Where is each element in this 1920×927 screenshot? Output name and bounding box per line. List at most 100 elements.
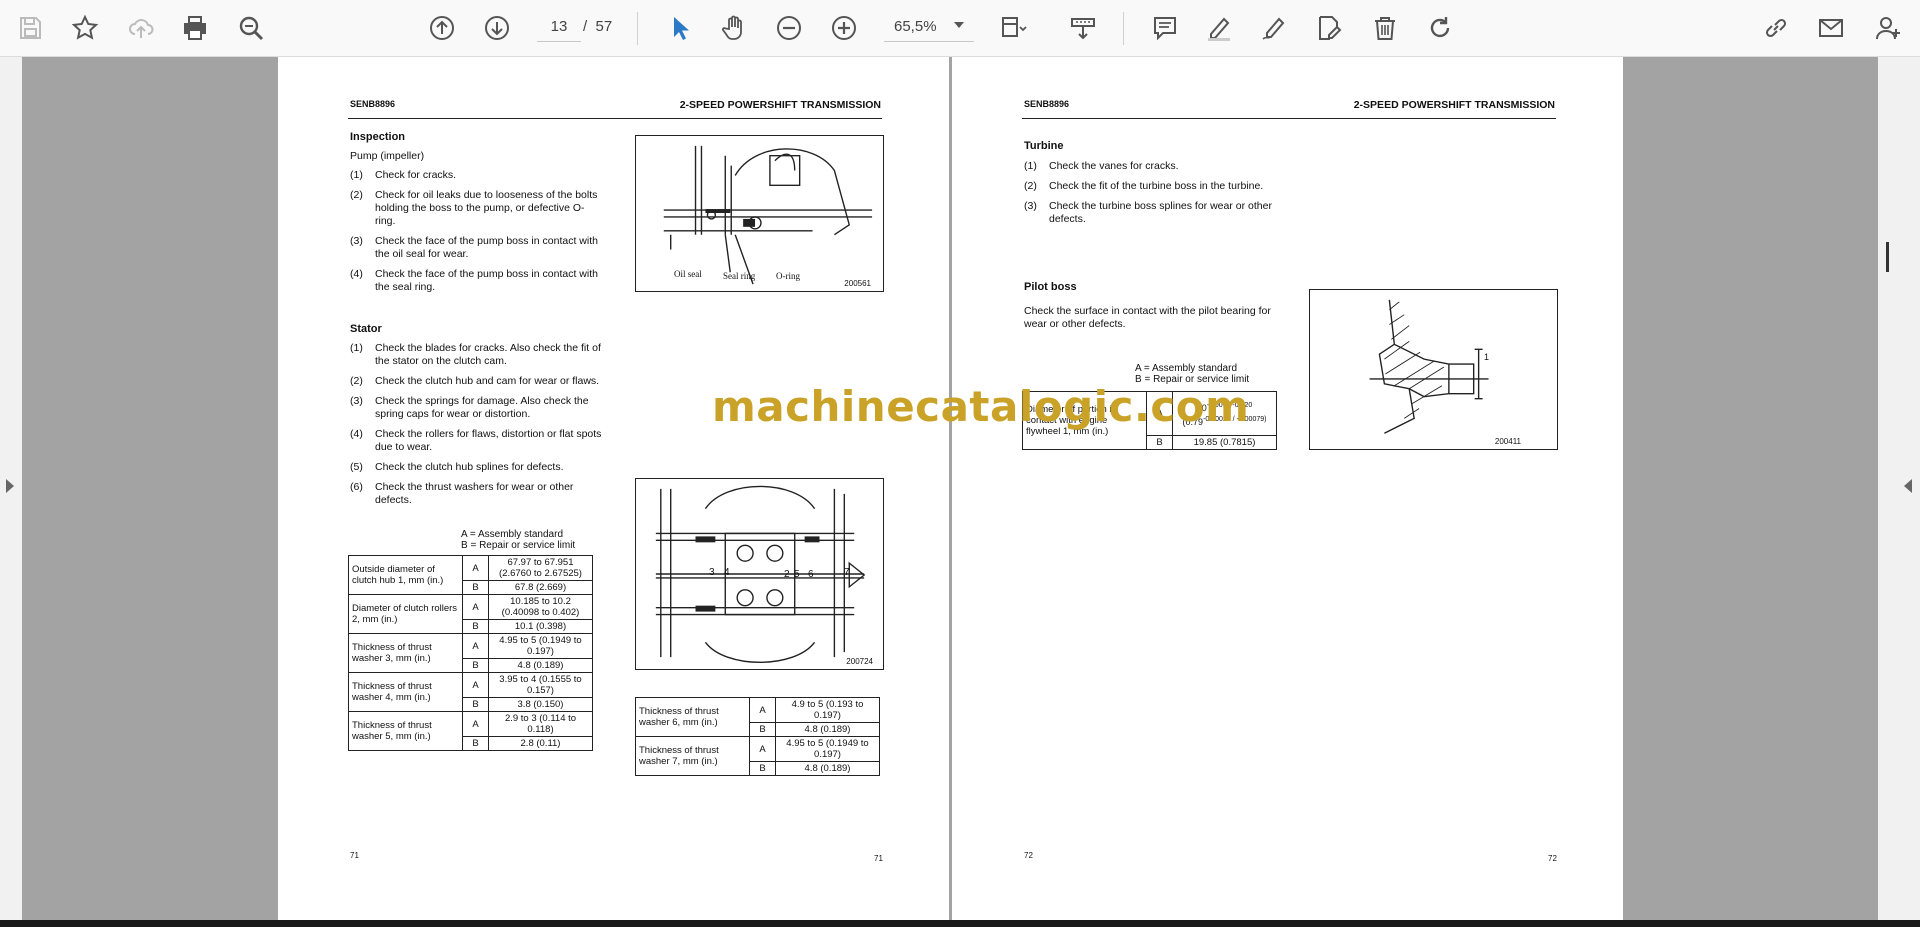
list-item: (3) Check the face of the pump boss in co…	[350, 235, 598, 260]
figure-callout: 3	[709, 567, 715, 578]
print-icon[interactable]	[177, 10, 213, 46]
table-row: Thickness of thrust washer 6, mm (in.) A 4…	[635, 697, 880, 737]
doc-code: SENB8896	[1024, 99, 1070, 109]
pilot-boss-figure: 1 200411	[1309, 289, 1558, 450]
figure-callout: O-ring	[776, 271, 800, 281]
list-item: (4) Check the face of the pump boss in co…	[350, 268, 598, 293]
page-number: 72	[1024, 851, 1033, 860]
header-rule	[1022, 118, 1556, 119]
edit-document-icon[interactable]	[1311, 10, 1347, 46]
cloud-upload-icon[interactable]	[123, 10, 159, 46]
legend-a: A = Assembly standard	[1135, 363, 1238, 374]
scrollbar-thumb[interactable]	[1886, 242, 1889, 272]
list-item: (4) Check the rollers for flaws, distorti…	[350, 428, 602, 453]
figure-callout: 2	[784, 569, 790, 580]
table-row: Outside diameter of clutch hub 1, mm (in…	[348, 555, 593, 595]
trash-icon[interactable]	[1367, 10, 1403, 46]
pump-figure: Oil seal Seal ring O-ring 200561	[635, 135, 884, 292]
fit-page-icon[interactable]	[995, 10, 1031, 46]
figure-callout: Seal ring	[723, 271, 756, 281]
zoom-value: 65,5%	[894, 18, 937, 35]
zoom-chevron-down-icon[interactable]	[954, 22, 964, 28]
figure-callout: 6	[808, 569, 814, 580]
list-item: (6) Check the thrust washers for wear or …	[350, 481, 574, 506]
page-71: SENB8896 2-SPEED POWERSHIFT TRANSMISSION…	[278, 57, 949, 920]
comment-icon[interactable]	[1147, 10, 1183, 46]
pilot-boss-text: Check the surface in contact with the pi…	[1024, 305, 1271, 330]
zoom-search-icon[interactable]	[233, 10, 269, 46]
page-number: 71	[874, 854, 883, 863]
list-item: (3) Check the turbine boss splines for we…	[1024, 200, 1272, 225]
page-separator: /	[583, 18, 588, 35]
expand-left-panel-icon[interactable]	[6, 479, 14, 493]
list-item: (2) Check the fit of the turbine boss in …	[1024, 180, 1264, 192]
page-header-title: 2-SPEED POWERSHIFT TRANSMISSION	[1353, 99, 1555, 111]
section-title: Pilot boss	[1024, 281, 1077, 293]
scroll-mode-icon[interactable]	[1065, 10, 1101, 46]
figure-number: 200561	[844, 279, 871, 288]
page-total: / 57	[583, 18, 612, 35]
header-rule	[348, 118, 882, 119]
turbine-list: (1) Check the vanes for cracks. (2) Check …	[1024, 160, 1276, 233]
list-item: (1) Check the vanes for cracks.	[1024, 160, 1179, 172]
table-row: Thickness of thrust washer 5, mm (in.) A 2…	[348, 711, 593, 751]
figure-callout: 1	[1484, 352, 1490, 362]
add-user-icon[interactable]	[1871, 10, 1907, 46]
figure-number: 200724	[846, 657, 873, 666]
page-72: SENB8896 2-SPEED POWERSHIFT TRANSMISSION…	[952, 57, 1623, 920]
page-header-title: 2-SPEED POWERSHIFT TRANSMISSION	[679, 99, 881, 111]
inspection-list: (1) Check for cracks. (2) Check for oil le…	[350, 169, 602, 301]
table-row: Diameter of clutch rollers 2, mm (in.) A 1…	[348, 594, 593, 634]
list-item: (3) Check the springs for damage. Also ch…	[350, 395, 589, 420]
stator-spec-table: Outside diameter of clutch hub 1, mm (in…	[348, 555, 593, 751]
toolbar: / 57 65,5%	[0, 0, 1920, 57]
previous-page-icon[interactable]	[424, 10, 460, 46]
save-icon[interactable]	[12, 10, 48, 46]
stator-figure: 3 4 2 5 6 7 200724	[635, 478, 884, 670]
page-number: 72	[1548, 854, 1557, 863]
hand-tool-icon[interactable]	[716, 10, 752, 46]
zoom-in-icon[interactable]	[826, 10, 862, 46]
legend-a: A = Assembly standard	[461, 529, 564, 540]
section-title: Turbine	[1024, 140, 1064, 152]
table-row: Thickness of thrust washer 3, mm (in.) A 4…	[348, 633, 593, 673]
expand-right-panel-icon[interactable]	[1904, 479, 1912, 493]
thrust-washer-table: Thickness of thrust washer 6, mm (in.) A 4…	[635, 697, 880, 776]
zoom-out-icon[interactable]	[771, 10, 807, 46]
vertical-scrollbar[interactable]	[1878, 57, 1892, 920]
redo-icon[interactable]	[1422, 10, 1458, 46]
table-row: Thickness of thrust washer 7, mm (in.) A 4…	[635, 736, 880, 776]
stator-list: (1) Check the blades for cracks. Also che…	[350, 342, 602, 514]
share-link-icon[interactable]	[1758, 10, 1794, 46]
star-icon[interactable]	[67, 10, 103, 46]
table-row: Thickness of thrust washer 4, mm (in.) A 3…	[348, 672, 593, 712]
list-item: (1) Check for cracks.	[350, 169, 457, 181]
subsection-title: Pump (impeller)	[350, 150, 425, 162]
legend-b: B = Repair or service limit	[461, 540, 576, 551]
page-number-input[interactable]	[537, 12, 581, 42]
total-pages: 57	[595, 18, 613, 35]
figure-callout: 5	[794, 569, 800, 580]
email-icon[interactable]	[1813, 10, 1849, 46]
highlight-pen-icon[interactable]	[1201, 10, 1237, 46]
figure-callout: Oil seal	[674, 269, 702, 279]
select-cursor-icon[interactable]	[662, 10, 698, 46]
list-item: (5) Check the clutch hub splines for defe…	[350, 461, 564, 473]
taskbar-strip	[0, 920, 1920, 927]
next-page-icon[interactable]	[479, 10, 515, 46]
toolbar-divider	[1123, 12, 1124, 45]
table-legend: A = Assembly standard B = Repair or serv…	[461, 529, 575, 551]
list-item: (2) Check for oil leaks due to looseness …	[350, 189, 598, 227]
page-number: 71	[350, 851, 359, 860]
section-title: Inspection	[350, 131, 406, 143]
draw-sign-icon[interactable]	[1256, 10, 1292, 46]
figure-number: 200411	[1494, 437, 1521, 446]
watermark: machinecatalogic.com	[712, 382, 1250, 431]
figure-callout: 4	[724, 567, 730, 578]
figure-callout: 7	[844, 567, 850, 578]
list-item: (2) Check the clutch hub and cam for wear…	[350, 375, 600, 387]
document-viewer[interactable]: SENB8896 2-SPEED POWERSHIFT TRANSMISSION…	[0, 57, 1920, 920]
section-title: Stator	[350, 323, 382, 335]
toolbar-divider	[637, 12, 638, 45]
doc-code: SENB8896	[350, 99, 396, 109]
